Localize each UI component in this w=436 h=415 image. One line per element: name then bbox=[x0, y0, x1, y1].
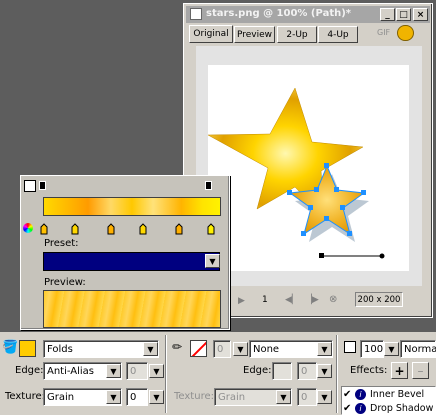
image-size: 200 x 200 bbox=[355, 292, 403, 307]
preset-dropdown[interactable] bbox=[43, 252, 220, 271]
close-button[interactable]: × bbox=[413, 8, 428, 21]
format-label: GIF bbox=[377, 28, 391, 37]
info-icon[interactable]: i bbox=[355, 389, 366, 400]
checkmark-icon[interactable]: ✔ bbox=[343, 389, 355, 400]
color-stop-1 bbox=[40, 223, 48, 235]
effects-label: Effects: bbox=[350, 365, 388, 376]
add-effect-button[interactable]: + bbox=[391, 362, 408, 379]
pencil-icon: ✏ bbox=[172, 340, 183, 354]
left-stop-marker-top[interactable] bbox=[39, 181, 46, 190]
right-stop-marker-top[interactable] bbox=[205, 181, 212, 190]
gradient-stops[interactable] bbox=[38, 223, 218, 235]
stroke-texture-amount-arrow[interactable]: ▼ bbox=[317, 390, 332, 404]
tab-preview[interactable]: Preview bbox=[234, 26, 275, 43]
stroke-edge-arrow[interactable]: ▼ bbox=[317, 364, 332, 378]
fill-texture-label: Texture: bbox=[5, 391, 45, 402]
color-stop-5 bbox=[175, 223, 183, 235]
opacity-field[interactable]: 100 bbox=[360, 340, 384, 358]
color-stop-4 bbox=[139, 223, 147, 235]
tab-2up[interactable]: 2-Up bbox=[277, 26, 317, 43]
tab-original[interactable]: Original bbox=[189, 25, 233, 43]
fill-type-arrow[interactable]: ▼ bbox=[143, 342, 158, 356]
blend-mode-dropdown[interactable]: Normal bbox=[400, 340, 436, 358]
color-stop-6 bbox=[207, 223, 215, 235]
effect-name: Inner Bevel bbox=[370, 389, 425, 400]
frame-number: 1 bbox=[262, 295, 268, 305]
preview-label: Preview: bbox=[44, 277, 86, 288]
tab-4up[interactable]: 4-Up bbox=[318, 26, 358, 43]
preset-dropdown-arrow[interactable]: ▼ bbox=[205, 254, 220, 268]
fill-color-swatch[interactable] bbox=[19, 340, 36, 357]
stroke-texture-label: Texture: bbox=[174, 391, 214, 402]
stroke-size-arrow[interactable]: ▼ bbox=[233, 342, 248, 356]
opacity-arrow[interactable]: ▼ bbox=[384, 342, 399, 356]
path-anchor-point[interactable] bbox=[319, 253, 324, 258]
stroke-size[interactable]: 0 bbox=[213, 340, 231, 358]
opacity-icon bbox=[344, 341, 356, 353]
minimize-button[interactable]: _ bbox=[380, 8, 395, 21]
fill-edge-amount[interactable]: 0 bbox=[126, 362, 148, 380]
color-picker-icon[interactable] bbox=[23, 223, 33, 233]
window-title: stars.png @ 100% (Path)* bbox=[206, 8, 352, 19]
stroke-edge-field[interactable] bbox=[272, 362, 292, 380]
stroke-texture-amount[interactable]: 0 bbox=[297, 388, 317, 406]
info-icon[interactable]: i bbox=[355, 403, 366, 414]
swap-colors-icon[interactable] bbox=[24, 180, 36, 192]
fill-texture-amount[interactable]: 0 bbox=[126, 388, 148, 406]
stroke-type-arrow[interactable]: ▼ bbox=[317, 342, 332, 356]
stroke-edge-label: Edge: bbox=[243, 365, 272, 376]
paint-bucket-icon: 🪣 bbox=[2, 340, 19, 355]
prev-frame-icon[interactable]: ◀▏ bbox=[285, 295, 299, 305]
play-icon[interactable]: ▶ bbox=[238, 296, 245, 306]
document-icon bbox=[190, 8, 202, 20]
maximize-button[interactable]: □ bbox=[396, 8, 411, 21]
color-stop-3 bbox=[107, 223, 115, 235]
checkmark-icon[interactable]: ✔ bbox=[343, 403, 355, 414]
color-stop-2 bbox=[71, 223, 79, 235]
fill-edge-label: Edge: bbox=[15, 365, 44, 376]
path-endpoint[interactable] bbox=[379, 253, 385, 259]
preset-label: Preset: bbox=[44, 238, 79, 249]
fill-texture-amount-arrow[interactable]: ▼ bbox=[149, 390, 164, 404]
stop-icon[interactable]: ⊗ bbox=[329, 294, 337, 305]
stroke-texture-arrow[interactable]: ▼ bbox=[276, 390, 291, 404]
effect-row-inner-bevel[interactable]: ✔ i Inner Bevel bbox=[343, 388, 436, 401]
divider bbox=[336, 335, 338, 413]
divider bbox=[165, 335, 167, 413]
next-frame-icon[interactable]: ▕▶ bbox=[305, 295, 319, 305]
gradient-bar[interactable] bbox=[43, 197, 221, 216]
stroke-color-swatch[interactable] bbox=[190, 340, 207, 357]
fill-type-dropdown[interactable]: Folds bbox=[43, 340, 159, 358]
fill-texture-arrow[interactable]: ▼ bbox=[106, 390, 121, 404]
effect-row-drop-shadow[interactable]: ✔ i Drop Shadow bbox=[343, 402, 436, 415]
remove-effect-button[interactable]: – bbox=[412, 362, 429, 379]
fill-edge-arrow[interactable]: ▼ bbox=[106, 364, 121, 378]
gradient-preview bbox=[43, 290, 221, 328]
stroke-edge-amount[interactable]: 0 bbox=[297, 362, 317, 380]
export-preview-icon[interactable] bbox=[397, 25, 414, 41]
effect-name: Drop Shadow bbox=[370, 403, 434, 414]
fill-edge-amount-arrow[interactable]: ▼ bbox=[149, 364, 164, 378]
